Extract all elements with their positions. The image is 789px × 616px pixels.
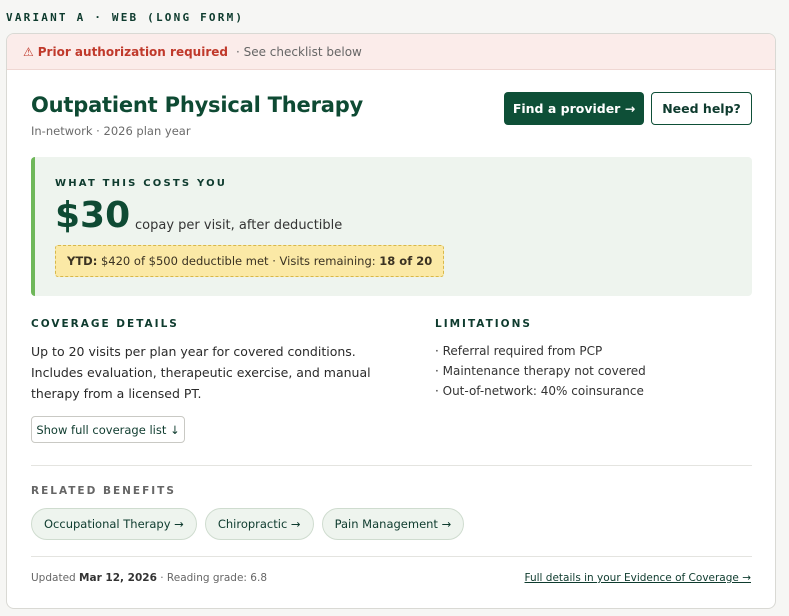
find-provider-button[interactable]: Find a provider → bbox=[504, 92, 644, 125]
list-item: · Out-of-network: 40% coinsurance bbox=[435, 384, 644, 398]
warning-icon: ⚠ bbox=[23, 44, 34, 59]
coverage-heading: COVERAGE DETAILS bbox=[31, 318, 179, 330]
evidence-of-coverage-link[interactable]: Full details in your Evidence of Coverag… bbox=[525, 572, 751, 584]
related-pain-management[interactable]: Pain Management → bbox=[321, 508, 465, 540]
cost-panel: WHAT THIS COSTS YOU $30 copay per visit,… bbox=[31, 157, 752, 296]
coverage-text: Up to 20 visits per plan year for covere… bbox=[31, 344, 371, 401]
cost-label: WHAT THIS COSTS YOU bbox=[55, 178, 228, 189]
list-item: · Maintenance therapy not covered bbox=[435, 364, 646, 378]
updated-date: Mar 12, 2026 bbox=[79, 572, 157, 584]
page-subtitle: In-network · 2026 plan year bbox=[31, 124, 191, 138]
cost-note: copay per visit, after deductible bbox=[135, 218, 343, 233]
ytd-text: $420 of $500 deductible met · Visits rem… bbox=[100, 254, 376, 268]
show-coverage-button[interactable]: Show full coverage list ↓ bbox=[31, 416, 185, 443]
related-heading: RELATED BENEFITS bbox=[31, 485, 176, 497]
related-chiropractic[interactable]: Chiropractic → bbox=[204, 508, 314, 540]
updated-label: Updated bbox=[31, 572, 76, 584]
related-benefits: Occupational Therapy → Chiropractic → Pa… bbox=[31, 508, 465, 540]
cost-amount: $30 bbox=[55, 195, 131, 236]
ytd-visits: 18 of 20 bbox=[379, 254, 433, 268]
alert-subtitle: · See checklist below bbox=[235, 44, 362, 59]
ytd-badge: YTD: $420 of $500 deductible met · Visit… bbox=[55, 245, 445, 277]
reading-grade: · Reading grade: 6.8 bbox=[160, 572, 267, 584]
divider bbox=[31, 556, 752, 557]
ytd-label: YTD: bbox=[67, 254, 98, 268]
need-help-button[interactable]: Need help? bbox=[651, 92, 752, 125]
divider bbox=[31, 465, 752, 466]
page-title: Outpatient Physical Therapy bbox=[31, 93, 364, 117]
related-occupational-therapy[interactable]: Occupational Therapy → bbox=[31, 508, 197, 540]
limitations-list: · Referral required from PCP · Maintenan… bbox=[435, 341, 646, 401]
list-item: · Referral required from PCP bbox=[435, 344, 603, 358]
footer-meta: Updated Mar 12, 2026 · Reading grade: 6.… bbox=[31, 572, 267, 584]
alert-title: Prior authorization required bbox=[37, 44, 228, 59]
prior-auth-alert: ⚠ Prior authorization required · See che… bbox=[7, 34, 775, 70]
limitations-heading: LIMITATIONS bbox=[435, 318, 532, 330]
benefit-card: ⚠ Prior authorization required · See che… bbox=[6, 33, 776, 609]
variant-label: VARIANT A · WEB (LONG FORM) bbox=[6, 11, 245, 24]
